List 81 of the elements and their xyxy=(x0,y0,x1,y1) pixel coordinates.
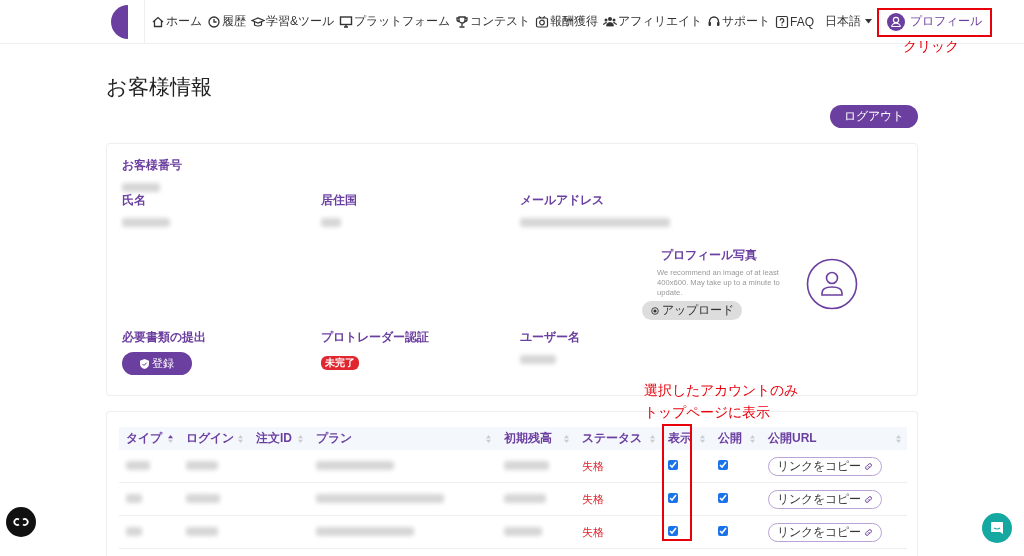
public-checkbox[interactable] xyxy=(718,460,728,470)
field-label: プロトレーダー認証 xyxy=(321,330,430,344)
logo-icon xyxy=(110,4,128,39)
radio-icon xyxy=(650,306,659,315)
users-icon xyxy=(603,14,617,29)
page-title: お客様情報 xyxy=(106,75,213,99)
blurred-text xyxy=(126,527,142,536)
column-header[interactable]: ログイン xyxy=(179,427,249,450)
blurred-text xyxy=(186,527,218,536)
monitor-icon xyxy=(339,14,353,29)
show-checkbox[interactable] xyxy=(668,526,678,536)
nav-link[interactable]: 報酬獲得 xyxy=(535,13,598,30)
blurred-text xyxy=(186,494,220,503)
annotation-text: クリック xyxy=(903,37,960,56)
link-icon xyxy=(864,461,873,471)
public-checkbox[interactable] xyxy=(718,493,728,503)
blurred-text xyxy=(126,461,150,470)
logout-button[interactable]: ログアウト xyxy=(830,105,918,128)
blurred-text xyxy=(122,183,160,192)
status-cell: 失格 xyxy=(575,482,661,516)
blurred-text xyxy=(321,218,341,227)
field-label: 氏名 xyxy=(122,193,147,207)
chat-button[interactable] xyxy=(982,513,1012,543)
nav-link[interactable]: アフィリエイト xyxy=(603,13,702,30)
nav-link[interactable]: ホーム xyxy=(151,13,202,30)
blurred-text xyxy=(520,355,556,364)
column-header[interactable]: 初期残高 xyxy=(497,427,575,450)
field-label: 必要書類の提出 xyxy=(122,330,207,344)
nav-link[interactable]: 履歴 xyxy=(207,13,246,30)
field-label: プロフィール写真 xyxy=(661,248,758,262)
chat-widget-button[interactable] xyxy=(6,507,36,537)
avatar-icon xyxy=(806,258,858,310)
status-cell: 失格 xyxy=(575,450,661,483)
upload-button[interactable]: アップロード xyxy=(642,301,742,320)
loops-icon xyxy=(12,517,30,527)
status-cell: 失格 xyxy=(575,515,661,549)
blurred-text xyxy=(504,461,549,470)
column-header[interactable]: タイプ xyxy=(119,427,179,450)
field-label: 居住国 xyxy=(321,193,358,207)
copy-link-button[interactable]: リンクをコピー xyxy=(768,489,882,509)
column-header[interactable]: 公開 xyxy=(711,427,761,450)
trophy-icon xyxy=(455,14,469,29)
show-checkbox[interactable] xyxy=(668,460,678,470)
shield-icon xyxy=(140,358,149,369)
avatar-icon xyxy=(887,12,906,31)
blurred-text xyxy=(504,527,542,536)
blurred-text xyxy=(504,494,546,503)
caret-icon xyxy=(865,19,873,24)
nav-link[interactable]: 学習&ツール xyxy=(251,13,334,30)
question-icon xyxy=(775,14,789,29)
clock-icon xyxy=(207,14,221,29)
column-header[interactable]: ステータス xyxy=(575,427,661,450)
annotation-text: トップページに表示 xyxy=(644,403,771,422)
blurred-text xyxy=(126,494,142,503)
blurred-text xyxy=(186,461,218,470)
column-header[interactable]: 公開URL xyxy=(761,427,907,450)
status-badge: 未完了 xyxy=(321,356,359,370)
home-icon xyxy=(151,14,165,29)
link-icon xyxy=(864,527,873,537)
column-header[interactable]: 注文ID xyxy=(249,427,309,450)
field-label: メールアドレス xyxy=(520,193,605,207)
nav-link[interactable]: FAQ xyxy=(775,14,815,29)
profile-link[interactable]: プロフィール xyxy=(883,10,987,33)
copy-link-button[interactable]: リンクをコピー xyxy=(768,522,882,542)
register-button[interactable]: 登録 xyxy=(122,352,192,375)
column-header[interactable]: プラン xyxy=(309,427,497,450)
nav-link[interactable]: コンテスト xyxy=(455,13,530,30)
headset-icon xyxy=(707,14,721,29)
nav-link[interactable]: サポート xyxy=(707,13,770,30)
graduation-cap-icon xyxy=(251,14,265,29)
copy-link-button[interactable]: リンクをコピー xyxy=(768,456,882,476)
chat-icon xyxy=(990,521,1004,535)
field-label: お客様番号 xyxy=(122,158,183,172)
nav-link[interactable]: プラットフォーム xyxy=(339,13,450,30)
show-checkbox[interactable] xyxy=(668,493,678,503)
field-label: ユーザー名 xyxy=(520,330,581,344)
public-checkbox[interactable] xyxy=(718,526,728,536)
language-select[interactable]: 日本語 xyxy=(825,13,873,30)
blurred-text xyxy=(122,218,170,227)
annotation-text: 選択したアカウントのみ xyxy=(644,381,798,400)
link-icon xyxy=(864,494,873,504)
